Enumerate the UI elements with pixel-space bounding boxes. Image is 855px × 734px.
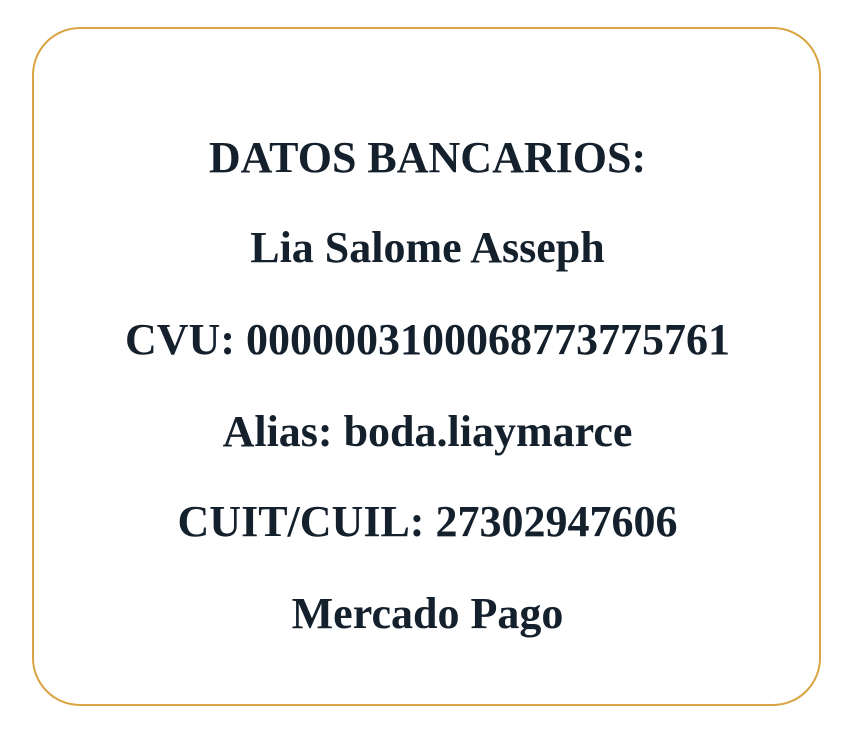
alias: Alias: boda.liaymarce bbox=[222, 407, 633, 456]
payment-provider: Mercado Pago bbox=[291, 589, 564, 638]
account-holder-name: Lia Salome Asseph bbox=[250, 223, 605, 272]
cvu-number: CVU: 0000003100068773775761 bbox=[125, 315, 730, 364]
cuit-cuil-number: CUIT/CUIL: 27302947606 bbox=[177, 497, 678, 546]
bank-details-title: DATOS BANCARIOS: bbox=[208, 133, 647, 182]
